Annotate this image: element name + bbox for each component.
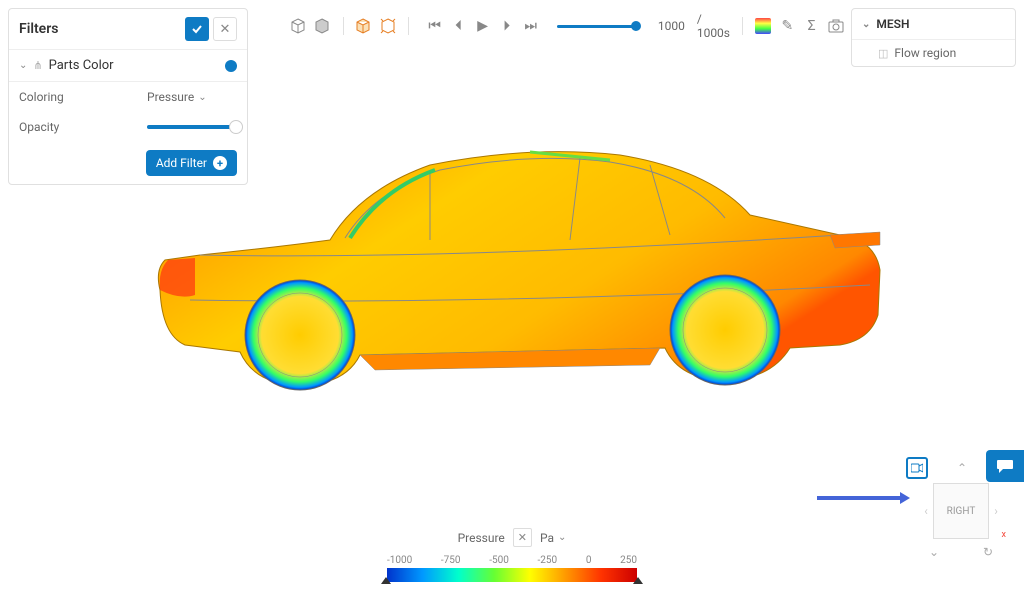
mesh-item-flow-region[interactable]: ◫ Flow region <box>852 40 1015 66</box>
chevron-up-icon[interactable]: ⌃ <box>952 458 972 478</box>
chevron-right-icon[interactable]: › <box>989 504 1003 518</box>
opacity-row: Opacity <box>9 112 247 142</box>
cube-orange-icon[interactable] <box>355 16 371 36</box>
tick-label: 0 <box>586 555 592 566</box>
sum-icon[interactable]: Σ <box>804 16 820 36</box>
axis-x-label: x <box>1002 530 1006 540</box>
time-slider-thumb[interactable] <box>631 21 641 31</box>
chevron-down-icon: ⌄ <box>19 60 27 71</box>
tree-icon: ⋔ <box>33 59 42 72</box>
legend-unit-dropdown[interactable]: Pa ⌄ <box>540 531 566 545</box>
mesh-header[interactable]: ⌄ MESH <box>852 9 1015 40</box>
cube-filled-icon[interactable] <box>314 16 330 36</box>
opacity-slider-thumb[interactable] <box>229 120 243 134</box>
time-total: / 1000s <box>697 12 730 40</box>
coloring-row: Coloring Pressure ⌄ <box>9 82 247 112</box>
car-pressure-render <box>150 140 890 400</box>
coloring-value: Pressure <box>147 90 194 104</box>
tick-label: -750 <box>441 555 461 566</box>
chevron-down-icon: ⌄ <box>558 532 566 543</box>
filters-actions: ✕ <box>185 17 237 41</box>
cube-icon: ◫ <box>878 47 888 60</box>
opacity-label: Opacity <box>19 120 59 134</box>
coloring-dropdown[interactable]: Pressure ⌄ <box>147 90 237 104</box>
arrow-head-icon <box>900 492 910 504</box>
legend-field-label: Pressure <box>458 531 505 545</box>
parts-color-left: ⌄ ⋔ Parts Color <box>19 58 114 73</box>
annotation-arrow <box>817 496 902 500</box>
chevron-down-icon: ⌄ <box>862 19 870 30</box>
step-forward-icon[interactable]: ⏵ <box>497 16 517 36</box>
coloring-label: Coloring <box>19 90 64 104</box>
view-cube-face: RIGHT <box>947 506 976 517</box>
camera-view-button[interactable] <box>906 457 928 479</box>
toolbar-separator <box>343 17 344 35</box>
chat-icon <box>996 458 1014 474</box>
cube-outline-icon[interactable] <box>290 16 306 36</box>
time-current: 1000 <box>658 19 685 33</box>
view-cube[interactable]: RIGHT y x <box>933 483 989 539</box>
playback-controls: ⏮ ⏴ ▶ ⏵ ⏭ <box>425 16 541 36</box>
colormap-icon[interactable] <box>755 16 771 36</box>
camera-icon[interactable] <box>828 16 844 36</box>
nav-cube-row: ‹ RIGHT y x › <box>906 483 1016 539</box>
skip-start-icon[interactable]: ⏮ <box>425 16 445 36</box>
filters-title: Filters <box>19 21 58 37</box>
chevron-left-icon[interactable]: ‹ <box>919 504 933 518</box>
chat-button[interactable] <box>986 450 1024 482</box>
legend-header: Pressure ✕ Pa ⌄ <box>387 528 637 547</box>
close-button[interactable]: ✕ <box>213 17 237 41</box>
legend-symbol-box[interactable]: ✕ <box>513 528 532 547</box>
video-icon <box>911 463 923 473</box>
apply-button[interactable] <box>185 17 209 41</box>
tick-label: -1000 <box>387 555 412 566</box>
play-icon[interactable]: ▶ <box>473 16 493 36</box>
legend-ticks: -1000 -750 -500 -250 0 250 <box>387 555 637 566</box>
mesh-title: MESH <box>876 17 909 31</box>
cube-expand-icon[interactable] <box>380 16 396 36</box>
time-slider[interactable] <box>557 25 638 28</box>
top-toolbar: ⏮ ⏴ ▶ ⏵ ⏭ 1000 / 1000s ✎ Σ <box>290 12 844 40</box>
legend-unit-value: Pa <box>540 531 554 545</box>
opacity-slider[interactable] <box>147 125 237 129</box>
filters-header: Filters ✕ <box>9 9 247 50</box>
toolbar-separator <box>408 17 409 35</box>
eyedropper-icon[interactable]: ✎ <box>779 16 795 36</box>
legend-max-handle[interactable] <box>633 577 643 584</box>
chevron-down-icon[interactable]: ⌄ <box>924 542 944 562</box>
skip-end-icon[interactable]: ⏭ <box>521 16 541 36</box>
tick-label: 250 <box>620 555 637 566</box>
color-legend: Pressure ✕ Pa ⌄ -1000 -750 -500 -250 0 2… <box>387 528 637 582</box>
check-icon <box>191 23 203 35</box>
legend-colorbar[interactable] <box>387 568 637 582</box>
close-icon: ✕ <box>220 22 231 37</box>
legend-min-handle[interactable] <box>381 577 391 584</box>
parts-color-row[interactable]: ⌄ ⋔ Parts Color <box>9 50 247 82</box>
step-back-icon[interactable]: ⏴ <box>449 16 469 36</box>
viewport-3d[interactable] <box>150 140 890 400</box>
visibility-dot[interactable] <box>225 60 237 72</box>
chevron-down-icon: ⌄ <box>198 92 206 103</box>
parts-color-label: Parts Color <box>49 58 114 73</box>
tick-label: -250 <box>538 555 558 566</box>
rotate-icon[interactable]: ↻ <box>978 542 998 562</box>
mesh-panel: ⌄ MESH ◫ Flow region <box>851 8 1016 67</box>
toolbar-separator <box>742 17 743 35</box>
tick-label: -500 <box>489 555 509 566</box>
mesh-item-label: Flow region <box>894 46 956 60</box>
